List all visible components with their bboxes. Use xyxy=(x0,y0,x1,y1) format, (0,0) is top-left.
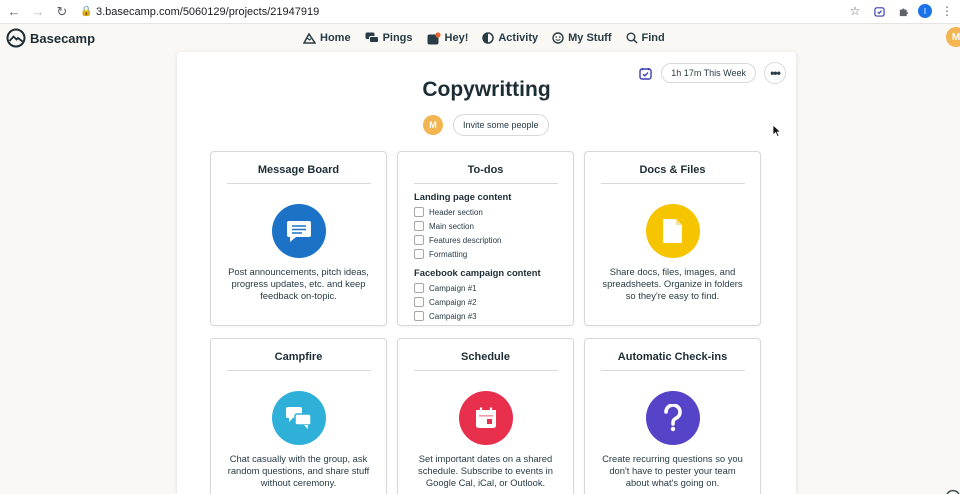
nav-activity-label: Activity xyxy=(498,32,539,44)
card-description: Create recurring questions so you don't … xyxy=(602,453,743,488)
calendar-icon xyxy=(458,391,513,445)
todo-item-label[interactable]: Formatting xyxy=(429,250,467,259)
puzzle-extensions-icon[interactable] xyxy=(894,2,912,20)
nav-my-stuff-label: My Stuff xyxy=(568,32,612,44)
todo-checkbox[interactable] xyxy=(414,283,424,293)
todo-item-label[interactable]: Header section xyxy=(429,208,483,217)
chat-bubbles-icon xyxy=(271,391,326,445)
card-docs-files[interactable]: Docs & Files Share docs, files, images, … xyxy=(584,151,761,326)
brand-name: Basecamp xyxy=(30,30,96,46)
todo-checkbox[interactable] xyxy=(414,235,424,245)
nav-home-label: Home xyxy=(320,32,351,44)
search-icon xyxy=(626,32,638,44)
card-description: Post announcements, pitch ideas, progres… xyxy=(228,266,369,301)
todo-checkbox[interactable] xyxy=(414,297,424,307)
todo-item: Main section xyxy=(414,219,573,233)
card-description: Set important dates on a shared schedule… xyxy=(418,453,553,488)
nav-my-stuff[interactable]: My Stuff xyxy=(552,29,612,47)
nav-find-label: Find xyxy=(641,32,665,44)
url-text: 3.basecamp.com/5060129/projects/21947919 xyxy=(96,5,320,18)
card-campfire[interactable]: Campfire Chat casually with the group, a… xyxy=(210,338,387,494)
project-title: Copywritting xyxy=(422,78,551,101)
todo-item-label[interactable]: Campaign #2 xyxy=(429,298,477,307)
smiley-icon xyxy=(552,32,564,44)
card-title: Schedule xyxy=(461,351,510,363)
nav-home[interactable]: Home xyxy=(303,29,351,47)
message-board-icon xyxy=(271,204,326,258)
chat-bubbles-icon xyxy=(365,32,379,43)
card-todos[interactable]: To-dos Landing page content Header secti… xyxy=(397,151,574,326)
mouse-cursor-icon xyxy=(772,124,782,138)
todo-item: Campaign #2 xyxy=(414,295,573,309)
divider xyxy=(600,183,745,184)
todo-group: Facebook campaign content Campaign #1 Ca… xyxy=(414,267,573,323)
card-description: Share docs, files, images, and spreadshe… xyxy=(602,266,743,301)
question-mark-icon xyxy=(645,391,700,445)
nav-hey-label: Hey! xyxy=(444,32,469,44)
card-description: Chat casually with the group, ask random… xyxy=(227,453,370,488)
card-title: Campfire xyxy=(274,351,323,363)
todo-checkbox[interactable] xyxy=(414,221,424,231)
browser-profile-avatar[interactable]: I xyxy=(918,4,932,18)
nav-pings-label: Pings xyxy=(382,32,413,44)
address-bar[interactable]: 🔒 3.basecamp.com/5060129/projects/219479… xyxy=(80,2,319,22)
invite-people-button[interactable]: Invite some people xyxy=(453,114,549,136)
card-automatic-checkins[interactable]: Automatic Check-ins Create recurring que… xyxy=(584,338,761,494)
mountain-icon xyxy=(303,32,316,44)
todo-item: Header section xyxy=(414,205,573,219)
todo-item-label[interactable]: Campaign #3 xyxy=(429,312,477,321)
card-title: Automatic Check-ins xyxy=(617,351,728,363)
todo-item: Features description xyxy=(414,233,573,247)
back-arrow-icon[interactable]: ← xyxy=(4,2,24,22)
nav-activity[interactable]: Activity xyxy=(482,29,538,47)
browser-toolbar: ← → ↻ 🔒 3.basecamp.com/5060129/projects/… xyxy=(0,0,960,24)
divider xyxy=(413,370,558,371)
basecamp-logo[interactable]: Basecamp xyxy=(6,28,95,48)
divider xyxy=(413,183,558,184)
member-avatar[interactable]: M xyxy=(423,115,443,135)
todo-item: Formatting xyxy=(414,247,573,261)
kebab-menu-icon[interactable]: ⋮ xyxy=(938,2,956,20)
todo-item: Campaign #3 xyxy=(414,309,573,323)
divider xyxy=(226,183,371,184)
basecamp-logo-icon xyxy=(6,28,26,48)
bell-icon xyxy=(427,31,441,44)
todo-list: Landing page content Header section Main… xyxy=(414,191,573,323)
lock-icon: 🔒 xyxy=(80,6,93,17)
card-title: Message Board xyxy=(257,164,340,176)
star-icon[interactable]: ☆ xyxy=(846,2,864,20)
nav-find[interactable]: Find xyxy=(626,29,665,47)
card-title: Docs & Files xyxy=(639,164,706,176)
card-title: To-dos xyxy=(467,164,504,176)
todo-group-title[interactable]: Facebook campaign content xyxy=(414,267,573,278)
card-schedule[interactable]: Schedule Set important dates on a shared… xyxy=(397,338,574,494)
todo-group: Landing page content Header section Main… xyxy=(414,191,573,261)
divider xyxy=(226,370,371,371)
divider xyxy=(600,370,745,371)
todo-checkbox[interactable] xyxy=(414,207,424,217)
reload-icon[interactable]: ↻ xyxy=(52,2,72,22)
todo-item-label[interactable]: Campaign #1 xyxy=(429,284,477,293)
document-icon xyxy=(645,204,700,258)
nav-pings[interactable]: Pings xyxy=(365,29,413,47)
half-moon-icon xyxy=(482,32,495,44)
nav-hey[interactable]: Hey! xyxy=(427,29,469,47)
todo-item-label[interactable]: Main section xyxy=(429,222,474,231)
todo-group-title[interactable]: Landing page content xyxy=(414,191,573,202)
app-navigation: Basecamp Home Pings Hey! Activity My Stu… xyxy=(0,24,960,52)
todo-item: Campaign #1 xyxy=(414,281,573,295)
forward-arrow-icon[interactable]: → xyxy=(28,2,48,22)
extension-calendar-icon[interactable] xyxy=(870,2,888,20)
user-avatar[interactable]: M xyxy=(946,27,960,47)
todo-checkbox[interactable] xyxy=(414,311,424,321)
corner-arc-icon xyxy=(946,490,960,494)
card-message-board[interactable]: Message Board Post announcements, pitch … xyxy=(210,151,387,326)
todo-checkbox[interactable] xyxy=(414,249,424,259)
todo-item-label[interactable]: Features description xyxy=(429,236,501,245)
